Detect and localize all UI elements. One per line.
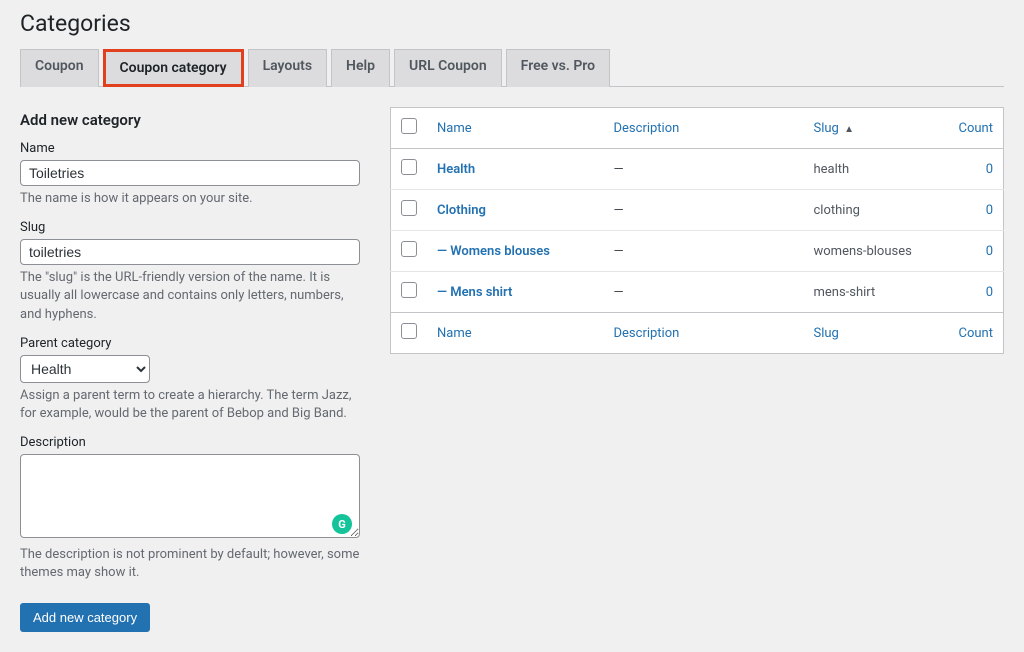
tab-help[interactable]: Help <box>331 49 390 87</box>
form-title: Add new category <box>20 111 360 129</box>
tab-coupon[interactable]: Coupon <box>20 49 99 87</box>
select-all-checkbox-bottom[interactable] <box>401 323 417 339</box>
row-checkbox[interactable] <box>401 282 417 298</box>
select-all-checkbox[interactable] <box>401 118 417 134</box>
categories-table: Name Description Slug ▲ Count Health—hea… <box>390 107 1004 354</box>
table-row: Clothing —clothing 0 <box>391 190 1004 231</box>
tab-layouts[interactable]: Layouts <box>248 49 327 87</box>
col-description-sort[interactable]: Description <box>614 121 680 136</box>
tab-url-coupon[interactable]: URL Coupon <box>394 49 502 87</box>
row-description: — <box>604 149 804 190</box>
table-row: Health —health 0 <box>391 149 1004 190</box>
row-description: — <box>604 231 804 272</box>
name-input[interactable] <box>20 160 360 186</box>
row-count-link[interactable]: 0 <box>986 162 993 177</box>
row-name-link[interactable]: Clothing <box>437 203 486 218</box>
slug-input[interactable] <box>20 239 360 265</box>
description-hint: The description is not prominent by defa… <box>20 546 360 582</box>
page-title: Categories <box>20 10 1004 37</box>
slug-label: Slug <box>20 220 360 235</box>
tab-free-vs-pro[interactable]: Free vs. Pro <box>506 49 610 87</box>
table-row: — Mens shirt —mens-shirt 0 <box>391 272 1004 313</box>
parent-category-select[interactable]: Health <box>20 355 150 383</box>
parent-category-label: Parent category <box>20 336 360 351</box>
row-name-link[interactable]: — Mens shirt <box>437 285 512 300</box>
row-name-link[interactable]: — Womens blouses <box>437 244 550 259</box>
parent-hint: Assign a parent term to create a hierarc… <box>20 387 360 423</box>
col-name-sort-bottom[interactable]: Name <box>437 326 472 341</box>
nav-tabs: Coupon Coupon category Layouts Help URL … <box>20 49 1004 87</box>
row-slug: mens-shirt <box>804 272 944 313</box>
col-slug-sort[interactable]: Slug ▲ <box>814 121 855 136</box>
name-hint: The name is how it appears on your site. <box>20 190 360 208</box>
row-slug: womens-blouses <box>804 231 944 272</box>
row-description: — <box>604 190 804 231</box>
row-description: — <box>604 272 804 313</box>
table-row: — Womens blouses —womens-blouses 0 <box>391 231 1004 272</box>
row-slug: clothing <box>804 190 944 231</box>
col-description-sort-bottom[interactable]: Description <box>614 326 680 341</box>
row-count-link[interactable]: 0 <box>986 203 993 218</box>
description-textarea[interactable] <box>20 454 360 538</box>
add-new-category-button[interactable]: Add new category <box>20 603 150 632</box>
row-count-link[interactable]: 0 <box>986 244 993 259</box>
col-name-sort[interactable]: Name <box>437 121 472 136</box>
tab-coupon-category[interactable]: Coupon category <box>103 49 244 87</box>
description-label: Description <box>20 435 360 450</box>
row-checkbox[interactable] <box>401 241 417 257</box>
col-count-sort-bottom[interactable]: Count <box>959 326 993 341</box>
slug-hint: The "slug" is the URL-friendly version o… <box>20 269 360 324</box>
row-name-link[interactable]: Health <box>437 162 475 177</box>
col-slug-sort-bottom[interactable]: Slug <box>814 326 839 341</box>
sort-indicator-icon: ▲ <box>844 124 854 135</box>
name-label: Name <box>20 141 360 156</box>
row-count-link[interactable]: 0 <box>986 285 993 300</box>
row-checkbox[interactable] <box>401 159 417 175</box>
row-checkbox[interactable] <box>401 200 417 216</box>
row-slug: health <box>804 149 944 190</box>
col-count-sort[interactable]: Count <box>959 121 993 136</box>
